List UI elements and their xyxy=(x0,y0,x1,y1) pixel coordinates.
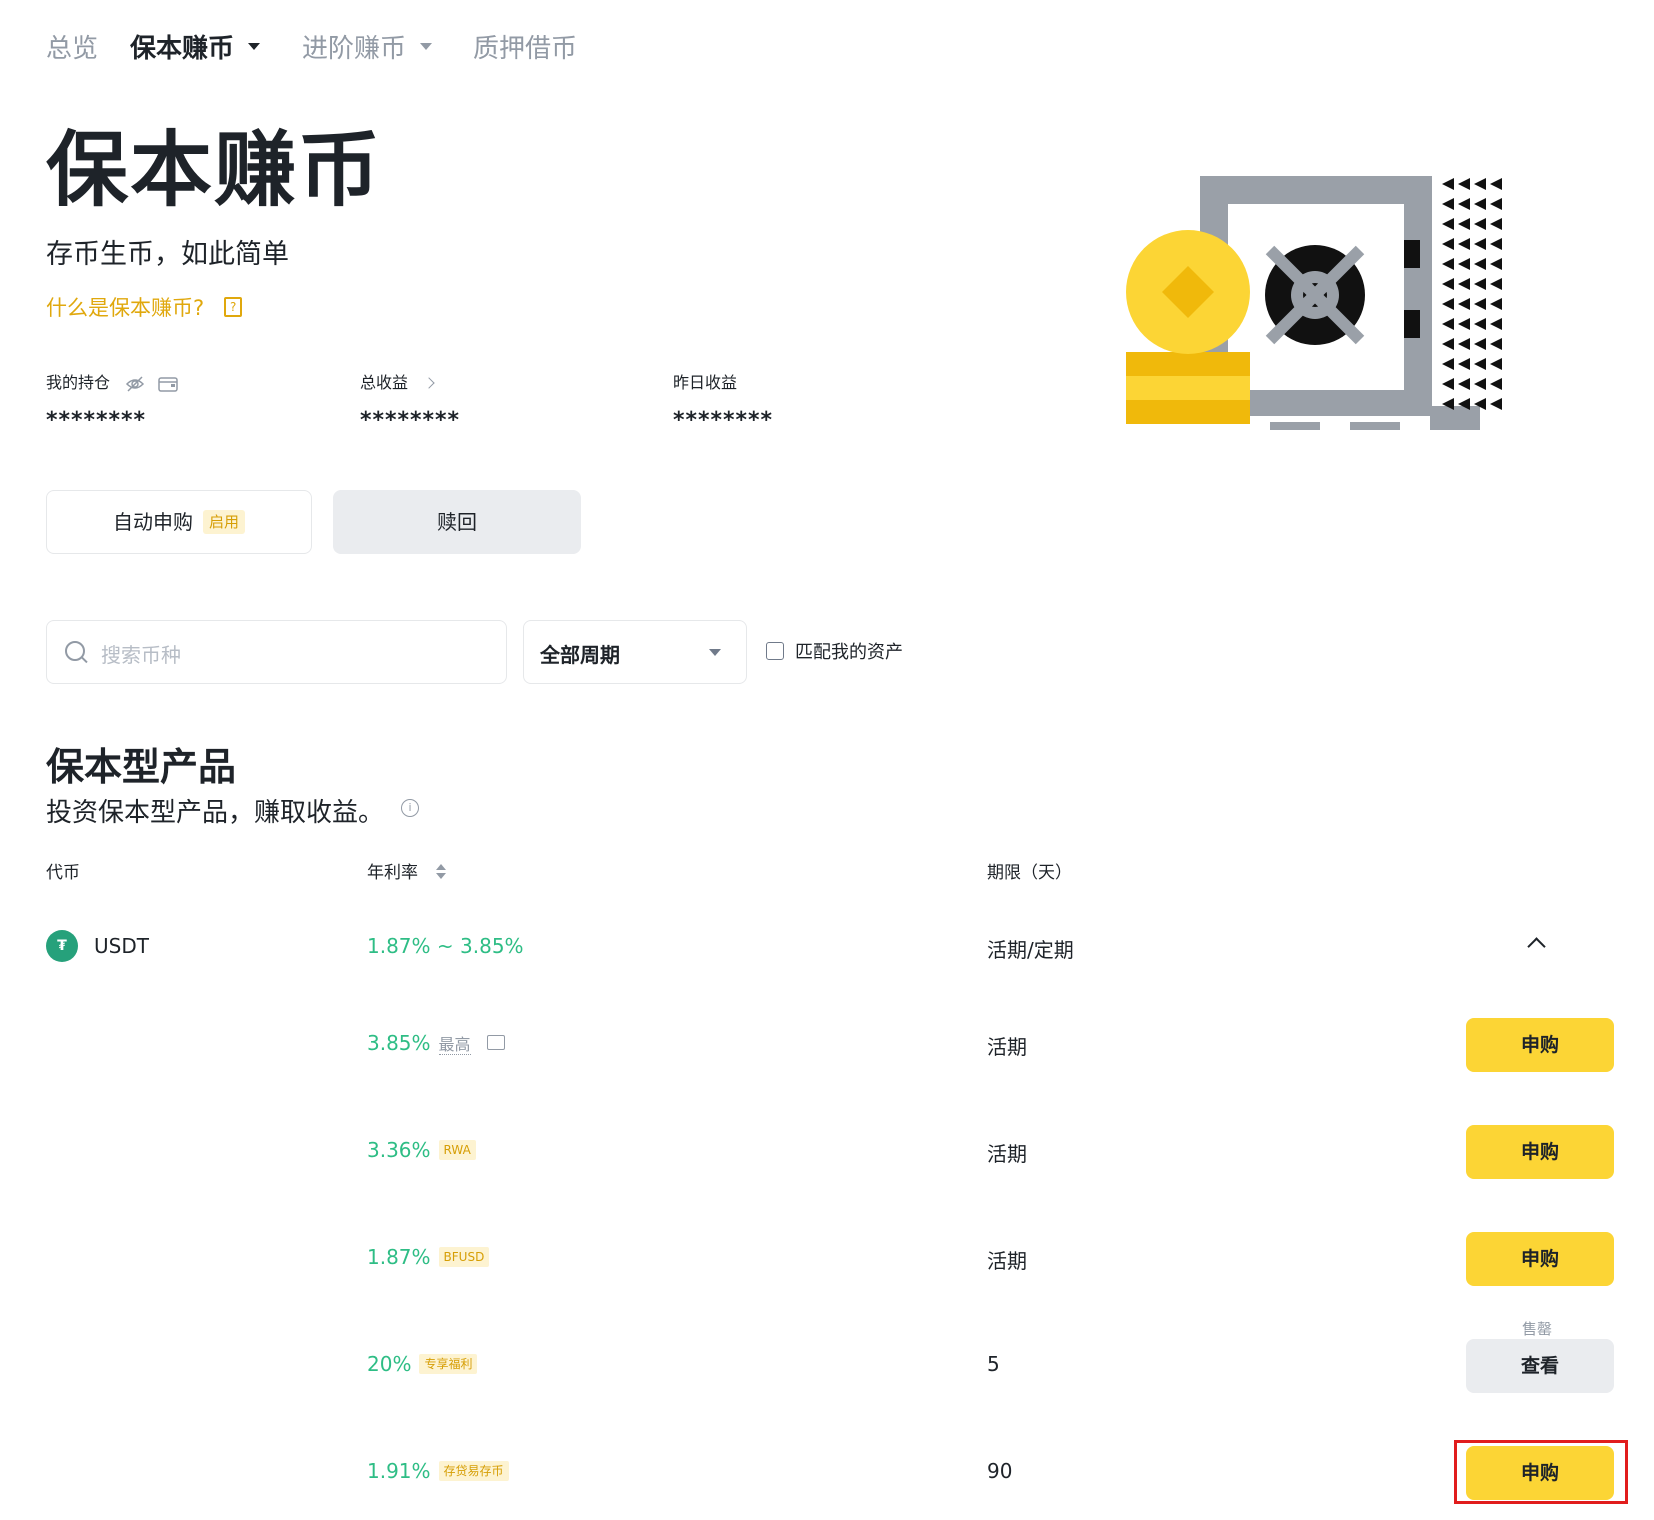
what-is-link-label: 什么是保本赚币? xyxy=(46,296,205,320)
apr-value: 20% xyxy=(367,1352,412,1376)
header-term: 期限（天） xyxy=(987,863,1072,883)
info-icon[interactable]: i xyxy=(401,799,419,817)
caret-down-icon xyxy=(248,43,261,50)
header-apr[interactable]: 年利率 xyxy=(367,858,446,883)
product-row-apr: 3.85% 最高 xyxy=(367,1031,505,1055)
product-row-term: 活期 xyxy=(987,1035,1027,1059)
highlight-box xyxy=(1454,1440,1628,1504)
redeem-button[interactable]: 赎回 xyxy=(333,490,581,554)
auto-subscribe-button[interactable]: 自动申购 启用 xyxy=(46,490,312,554)
page-title: 保本赚币 xyxy=(46,123,383,218)
yesterday-earnings-value: ******** xyxy=(673,408,774,433)
product-row-apr: 1.87% BFUSD xyxy=(367,1245,490,1269)
auto-subscribe-badge: 启用 xyxy=(202,509,245,534)
period-select-value: 全部周期 xyxy=(540,643,620,667)
subscribe-button[interactable]: 申购 xyxy=(1466,1125,1614,1179)
match-assets-label[interactable]: 匹配我的资产 xyxy=(795,638,903,664)
product-row-term: 90 xyxy=(987,1459,1013,1483)
product-row-apr: 20% 专享福利 xyxy=(367,1352,478,1376)
subscribe-button[interactable]: 申购 xyxy=(1466,1232,1614,1286)
usdt-icon: ₮ xyxy=(46,930,78,962)
total-earnings-link[interactable]: 总收益 xyxy=(360,369,435,393)
product-tag: RWA xyxy=(438,1139,476,1160)
product-row-apr: 3.36% RWA xyxy=(367,1138,476,1162)
nav-overview[interactable]: 总览 xyxy=(46,28,98,65)
chevron-right-icon xyxy=(423,377,435,389)
search-icon xyxy=(65,641,85,661)
apr-value: 3.36% xyxy=(367,1138,431,1162)
what-is-simple-earn-link[interactable]: 什么是保本赚币?? xyxy=(46,292,243,322)
question-icon: ? xyxy=(224,297,243,317)
apr-value: 3.85% xyxy=(367,1031,431,1055)
nav-advanced-earn-label: 进阶赚币 xyxy=(302,34,407,64)
auto-subscribe-label: 自动申购 xyxy=(112,510,193,534)
apr-max-label: 最高 xyxy=(438,1035,471,1055)
holdings-value: ******** xyxy=(46,408,147,433)
holdings-label-wrap: 我的持仓 xyxy=(46,369,178,393)
wallet-icon[interactable] xyxy=(158,376,178,392)
apr-value: 1.87% xyxy=(367,1245,431,1269)
yesterday-earnings-label: 昨日收益 xyxy=(673,373,738,392)
product-row-term: 5 xyxy=(987,1352,1000,1376)
holdings-label: 我的持仓 xyxy=(46,373,111,392)
section-title: 保本型产品 xyxy=(46,745,237,789)
product-row-term: 活期 xyxy=(987,1142,1027,1166)
total-earnings-value: ******** xyxy=(360,408,461,433)
product-row-apr: 1.91% 存贷易存币 xyxy=(367,1459,509,1483)
view-button[interactable]: 查看 xyxy=(1466,1339,1614,1393)
apr-value: 1.91% xyxy=(367,1459,431,1483)
safe-illustration xyxy=(1126,176,1502,430)
chevron-up-icon[interactable] xyxy=(1527,937,1546,956)
caret-down-icon xyxy=(420,43,433,50)
nav-advanced-earn[interactable]: 进阶赚币 xyxy=(302,28,433,65)
header-coin: 代币 xyxy=(46,863,80,883)
nav-loans[interactable]: 质押借币 xyxy=(473,28,577,65)
caret-down-icon xyxy=(709,649,721,656)
nav-simple-earn-label: 保本赚币 xyxy=(130,34,235,64)
sold-out-label: 售罄 xyxy=(1522,1320,1553,1338)
product-row-term: 活期 xyxy=(987,1249,1027,1273)
search-placeholder: 搜索币种 xyxy=(101,643,181,667)
section-subtitle: 投资保本型产品，赚取收益。 xyxy=(46,798,385,828)
coin-name: USDT xyxy=(94,934,149,958)
period-select[interactable]: 全部周期 xyxy=(523,620,747,684)
apr-range: 1.87% ~ 3.85% xyxy=(367,934,524,958)
header-apr-label: 年利率 xyxy=(367,863,418,883)
chart-icon[interactable] xyxy=(486,1035,505,1050)
eye-off-icon[interactable] xyxy=(125,375,145,392)
term-summary: 活期/定期 xyxy=(987,938,1074,962)
match-assets-checkbox[interactable] xyxy=(766,642,784,660)
nav-simple-earn[interactable]: 保本赚币 xyxy=(130,28,261,65)
product-tag: 存贷易存币 xyxy=(438,1460,509,1481)
product-tag: BFUSD xyxy=(438,1246,490,1267)
sort-icon xyxy=(436,863,446,879)
search-input[interactable]: 搜索币种 xyxy=(46,620,507,684)
page-subtitle: 存币生币，如此简单 xyxy=(46,239,289,270)
product-tag: 专享福利 xyxy=(419,1353,478,1374)
total-earnings-label: 总收益 xyxy=(360,373,409,392)
subscribe-button[interactable]: 申购 xyxy=(1466,1018,1614,1072)
